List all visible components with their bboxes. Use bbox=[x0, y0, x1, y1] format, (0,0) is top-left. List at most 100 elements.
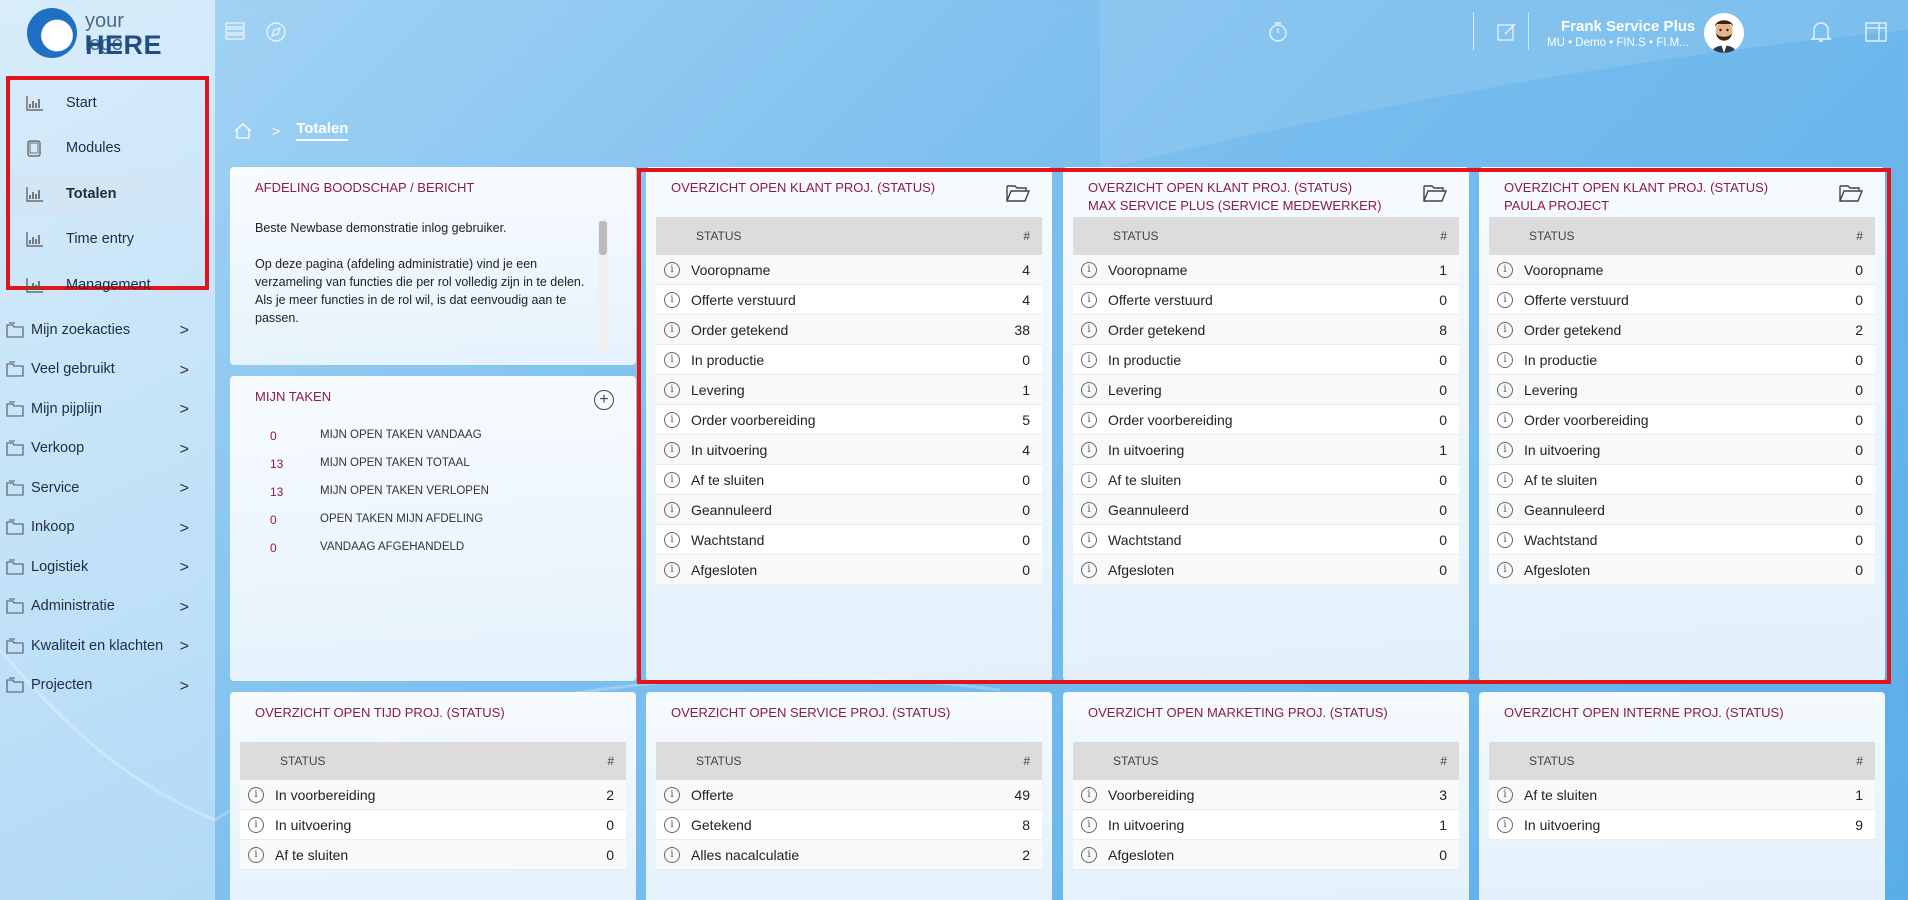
table-row[interactable]: i Offerte verstuurd 0 bbox=[1489, 285, 1875, 315]
table-row[interactable]: i Order voorbereiding 0 bbox=[1073, 405, 1459, 435]
info-icon[interactable]: i bbox=[664, 351, 680, 368]
info-icon[interactable]: i bbox=[1497, 531, 1513, 548]
info-icon[interactable]: i bbox=[1081, 816, 1097, 833]
user-name[interactable]: Frank Service Plus bbox=[1561, 18, 1695, 35]
nav-item-kwaliteit-en-klachten[interactable]: Kwaliteit en klachten > bbox=[0, 626, 215, 666]
info-icon[interactable]: i bbox=[1497, 411, 1513, 428]
task-item[interactable]: 13 MIJN OPEN TAKEN TOTAAL bbox=[270, 457, 470, 471]
table-row[interactable]: i Alles nacalculatie 2 bbox=[656, 840, 1042, 870]
table-row[interactable]: i Offerte 49 bbox=[656, 780, 1042, 810]
table-row[interactable]: i Afgesloten 0 bbox=[1073, 840, 1459, 870]
table-row[interactable]: i Afgesloten 0 bbox=[1073, 555, 1459, 585]
message-scrollbar[interactable] bbox=[598, 219, 608, 351]
info-icon[interactable]: i bbox=[1497, 816, 1513, 833]
compass-icon[interactable] bbox=[265, 21, 287, 43]
task-item[interactable]: 0 MIJN OPEN TAKEN VANDAAG bbox=[270, 429, 482, 443]
info-icon[interactable]: i bbox=[664, 471, 680, 488]
company-logo[interactable]: your logo HERE bbox=[27, 6, 167, 60]
info-icon[interactable]: i bbox=[1081, 321, 1097, 338]
info-icon[interactable]: i bbox=[1497, 321, 1513, 338]
info-icon[interactable]: i bbox=[664, 501, 680, 518]
info-icon[interactable]: i bbox=[1497, 351, 1513, 368]
info-icon[interactable]: i bbox=[664, 846, 680, 863]
nav-item-mijn-zoekacties[interactable]: Mijn zoekacties > bbox=[0, 310, 215, 350]
table-row[interactable]: i Order getekend 2 bbox=[1489, 315, 1875, 345]
task-item[interactable]: 0 OPEN TAKEN MIJN AFDELING bbox=[270, 513, 483, 527]
info-icon[interactable]: i bbox=[1081, 351, 1097, 368]
info-icon[interactable]: i bbox=[248, 846, 264, 863]
info-icon[interactable]: i bbox=[1081, 471, 1097, 488]
table-row[interactable]: i In uitvoering 0 bbox=[1489, 435, 1875, 465]
info-icon[interactable]: i bbox=[664, 816, 680, 833]
info-icon[interactable]: i bbox=[664, 411, 680, 428]
table-row[interactable]: i Offerte verstuurd 0 bbox=[1073, 285, 1459, 315]
table-row[interactable]: i Wachtstand 0 bbox=[1489, 525, 1875, 555]
table-row[interactable]: i Vooropname 4 bbox=[656, 255, 1042, 285]
nav-item-veel-gebruikt[interactable]: Veel gebruikt > bbox=[0, 350, 215, 390]
table-row[interactable]: i Geannuleerd 0 bbox=[1489, 495, 1875, 525]
info-icon[interactable]: i bbox=[1081, 261, 1097, 278]
folder-open-icon[interactable] bbox=[1839, 183, 1863, 203]
table-row[interactable]: i Af te sluiten 0 bbox=[1489, 465, 1875, 495]
table-row[interactable]: i Afgesloten 0 bbox=[656, 555, 1042, 585]
info-icon[interactable]: i bbox=[664, 531, 680, 548]
table-row[interactable]: i Wachtstand 0 bbox=[656, 525, 1042, 555]
menu-icon[interactable] bbox=[225, 22, 245, 40]
table-row[interactable]: i Af te sluiten 0 bbox=[1073, 465, 1459, 495]
info-icon[interactable]: i bbox=[1081, 441, 1097, 458]
home-icon[interactable] bbox=[234, 122, 252, 139]
info-icon[interactable]: i bbox=[664, 441, 680, 458]
info-icon[interactable]: i bbox=[1081, 411, 1097, 428]
panel-toggle-icon[interactable] bbox=[1865, 22, 1887, 42]
table-row[interactable]: i Voorbereiding 3 bbox=[1073, 780, 1459, 810]
nav-item-verkoop[interactable]: Verkoop > bbox=[0, 429, 215, 469]
info-icon[interactable]: i bbox=[1497, 381, 1513, 398]
nav-item-inkoop[interactable]: Inkoop > bbox=[0, 508, 215, 548]
avatar[interactable] bbox=[1704, 13, 1744, 53]
table-row[interactable]: i In uitvoering 9 bbox=[1489, 810, 1875, 840]
info-icon[interactable]: i bbox=[664, 381, 680, 398]
table-row[interactable]: i In productie 0 bbox=[1073, 345, 1459, 375]
table-row[interactable]: i Getekend 8 bbox=[656, 810, 1042, 840]
info-icon[interactable]: i bbox=[1497, 441, 1513, 458]
table-row[interactable]: i Af te sluiten 0 bbox=[240, 840, 626, 870]
timer-icon[interactable] bbox=[1267, 21, 1289, 43]
table-row[interactable]: i In voorbereiding 2 bbox=[240, 780, 626, 810]
folder-open-icon[interactable] bbox=[1006, 183, 1030, 203]
task-item[interactable]: 0 VANDAAG AFGEHANDELD bbox=[270, 541, 464, 555]
scrollbar-thumb[interactable] bbox=[599, 221, 607, 255]
bell-icon[interactable] bbox=[1810, 20, 1832, 44]
add-task-icon[interactable]: + bbox=[594, 390, 614, 410]
table-row[interactable]: i Wachtstand 0 bbox=[1073, 525, 1459, 555]
table-row[interactable]: i In uitvoering 4 bbox=[656, 435, 1042, 465]
table-row[interactable]: i In productie 0 bbox=[1489, 345, 1875, 375]
info-icon[interactable]: i bbox=[1081, 291, 1097, 308]
nav-item-projecten[interactable]: Projecten > bbox=[0, 666, 215, 706]
table-row[interactable]: i Afgesloten 0 bbox=[1489, 555, 1875, 585]
info-icon[interactable]: i bbox=[664, 321, 680, 338]
sidebar-item-management[interactable]: Management bbox=[10, 262, 205, 308]
info-icon[interactable]: i bbox=[1497, 291, 1513, 308]
table-row[interactable]: i In productie 0 bbox=[656, 345, 1042, 375]
table-row[interactable]: i Af te sluiten 0 bbox=[656, 465, 1042, 495]
info-icon[interactable]: i bbox=[1497, 561, 1513, 578]
table-row[interactable]: i Order voorbereiding 5 bbox=[656, 405, 1042, 435]
info-icon[interactable]: i bbox=[664, 261, 680, 278]
info-icon[interactable]: i bbox=[1081, 501, 1097, 518]
sidebar-item-totalen[interactable]: Totalen bbox=[10, 171, 205, 217]
info-icon[interactable]: i bbox=[664, 561, 680, 578]
info-icon[interactable]: i bbox=[1081, 786, 1097, 803]
info-icon[interactable]: i bbox=[1497, 471, 1513, 488]
info-icon[interactable]: i bbox=[1081, 846, 1097, 863]
edit-icon[interactable] bbox=[1497, 22, 1517, 42]
table-row[interactable]: i Levering 1 bbox=[656, 375, 1042, 405]
sidebar-item-start[interactable]: Start bbox=[10, 80, 205, 126]
info-icon[interactable]: i bbox=[1497, 786, 1513, 803]
info-icon[interactable]: i bbox=[1497, 261, 1513, 278]
sidebar-item-modules[interactable]: Modules bbox=[10, 126, 205, 172]
table-row[interactable]: i Vooropname 0 bbox=[1489, 255, 1875, 285]
info-icon[interactable]: i bbox=[248, 816, 264, 833]
info-icon[interactable]: i bbox=[664, 291, 680, 308]
info-icon[interactable]: i bbox=[1081, 531, 1097, 548]
nav-item-administratie[interactable]: Administratie > bbox=[0, 587, 215, 627]
